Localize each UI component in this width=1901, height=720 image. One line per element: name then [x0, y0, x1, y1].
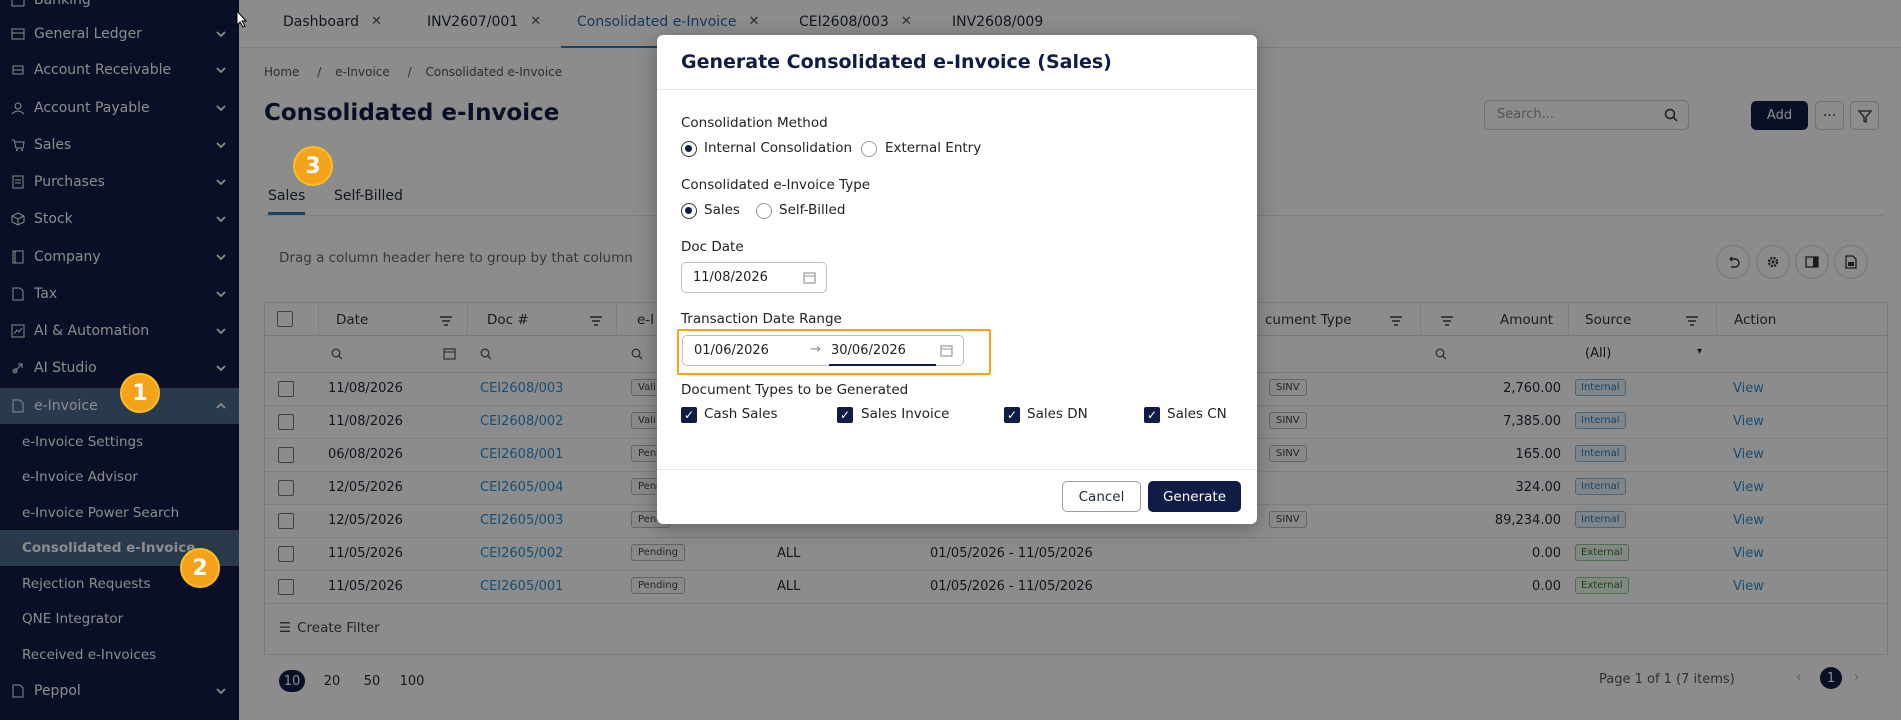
- radio-internal-consolidation[interactable]: [681, 141, 697, 157]
- checkbox-label: Sales DN: [1027, 406, 1088, 422]
- doc-date-field[interactable]: 11/08/2026: [681, 262, 827, 293]
- checkbox-label: Sales CN: [1167, 406, 1227, 422]
- generate-modal: Generate Consolidated e-Invoice (Sales) …: [657, 35, 1257, 524]
- checkbox-sales-invoice[interactable]: ✓: [837, 407, 853, 423]
- doc-date-value: 11/08/2026: [693, 270, 768, 285]
- cancel-button[interactable]: Cancel: [1062, 481, 1141, 512]
- radio-self-billed-label: Self-Billed: [779, 202, 846, 218]
- app-root: Banking General Ledger Account Receivabl…: [0, 0, 1901, 720]
- checkbox-label: Cash Sales: [704, 406, 778, 422]
- active-input-underline: [829, 364, 936, 366]
- step-badge-2: 2: [180, 548, 220, 588]
- radio-type-sales[interactable]: [681, 203, 697, 219]
- step-badge-1: 1: [120, 373, 160, 413]
- radio-sales-label: Sales: [704, 202, 740, 218]
- transaction-date-range-field[interactable]: 01/06/2026 → 30/06/2026: [682, 335, 964, 366]
- doc-date-label: Doc Date: [681, 239, 744, 255]
- mouse-cursor-icon: [236, 10, 248, 28]
- generate-button[interactable]: Generate: [1148, 481, 1241, 512]
- checkbox-cash-sales[interactable]: ✓: [681, 407, 697, 423]
- step-badge-3: 3: [293, 146, 333, 186]
- modal-title: Generate Consolidated e-Invoice (Sales): [681, 51, 1112, 73]
- divider: [657, 89, 1257, 90]
- checkbox-sales-cn[interactable]: ✓: [1144, 407, 1160, 423]
- radio-external-entry[interactable]: [861, 141, 877, 157]
- radio-internal-label: Internal Consolidation: [704, 140, 853, 156]
- range-arrow-icon: →: [810, 342, 821, 357]
- range-to-value[interactable]: 30/06/2026: [831, 343, 906, 358]
- radio-type-self-billed[interactable]: [756, 203, 772, 219]
- calendar-icon[interactable]: [940, 344, 953, 361]
- einvoice-type-label: Consolidated e-Invoice Type: [681, 177, 871, 193]
- transaction-range-label: Transaction Date Range: [681, 311, 842, 327]
- consolidation-method-label: Consolidation Method: [681, 115, 828, 131]
- checkbox-label: Sales Invoice: [861, 406, 950, 422]
- doc-types-label: Document Types to be Generated: [681, 382, 909, 398]
- checkbox-sales-dn[interactable]: ✓: [1004, 407, 1020, 423]
- range-from-value[interactable]: 01/06/2026: [694, 343, 769, 358]
- calendar-icon[interactable]: [803, 271, 816, 288]
- divider: [657, 469, 1257, 470]
- radio-external-label: External Entry: [885, 140, 982, 156]
